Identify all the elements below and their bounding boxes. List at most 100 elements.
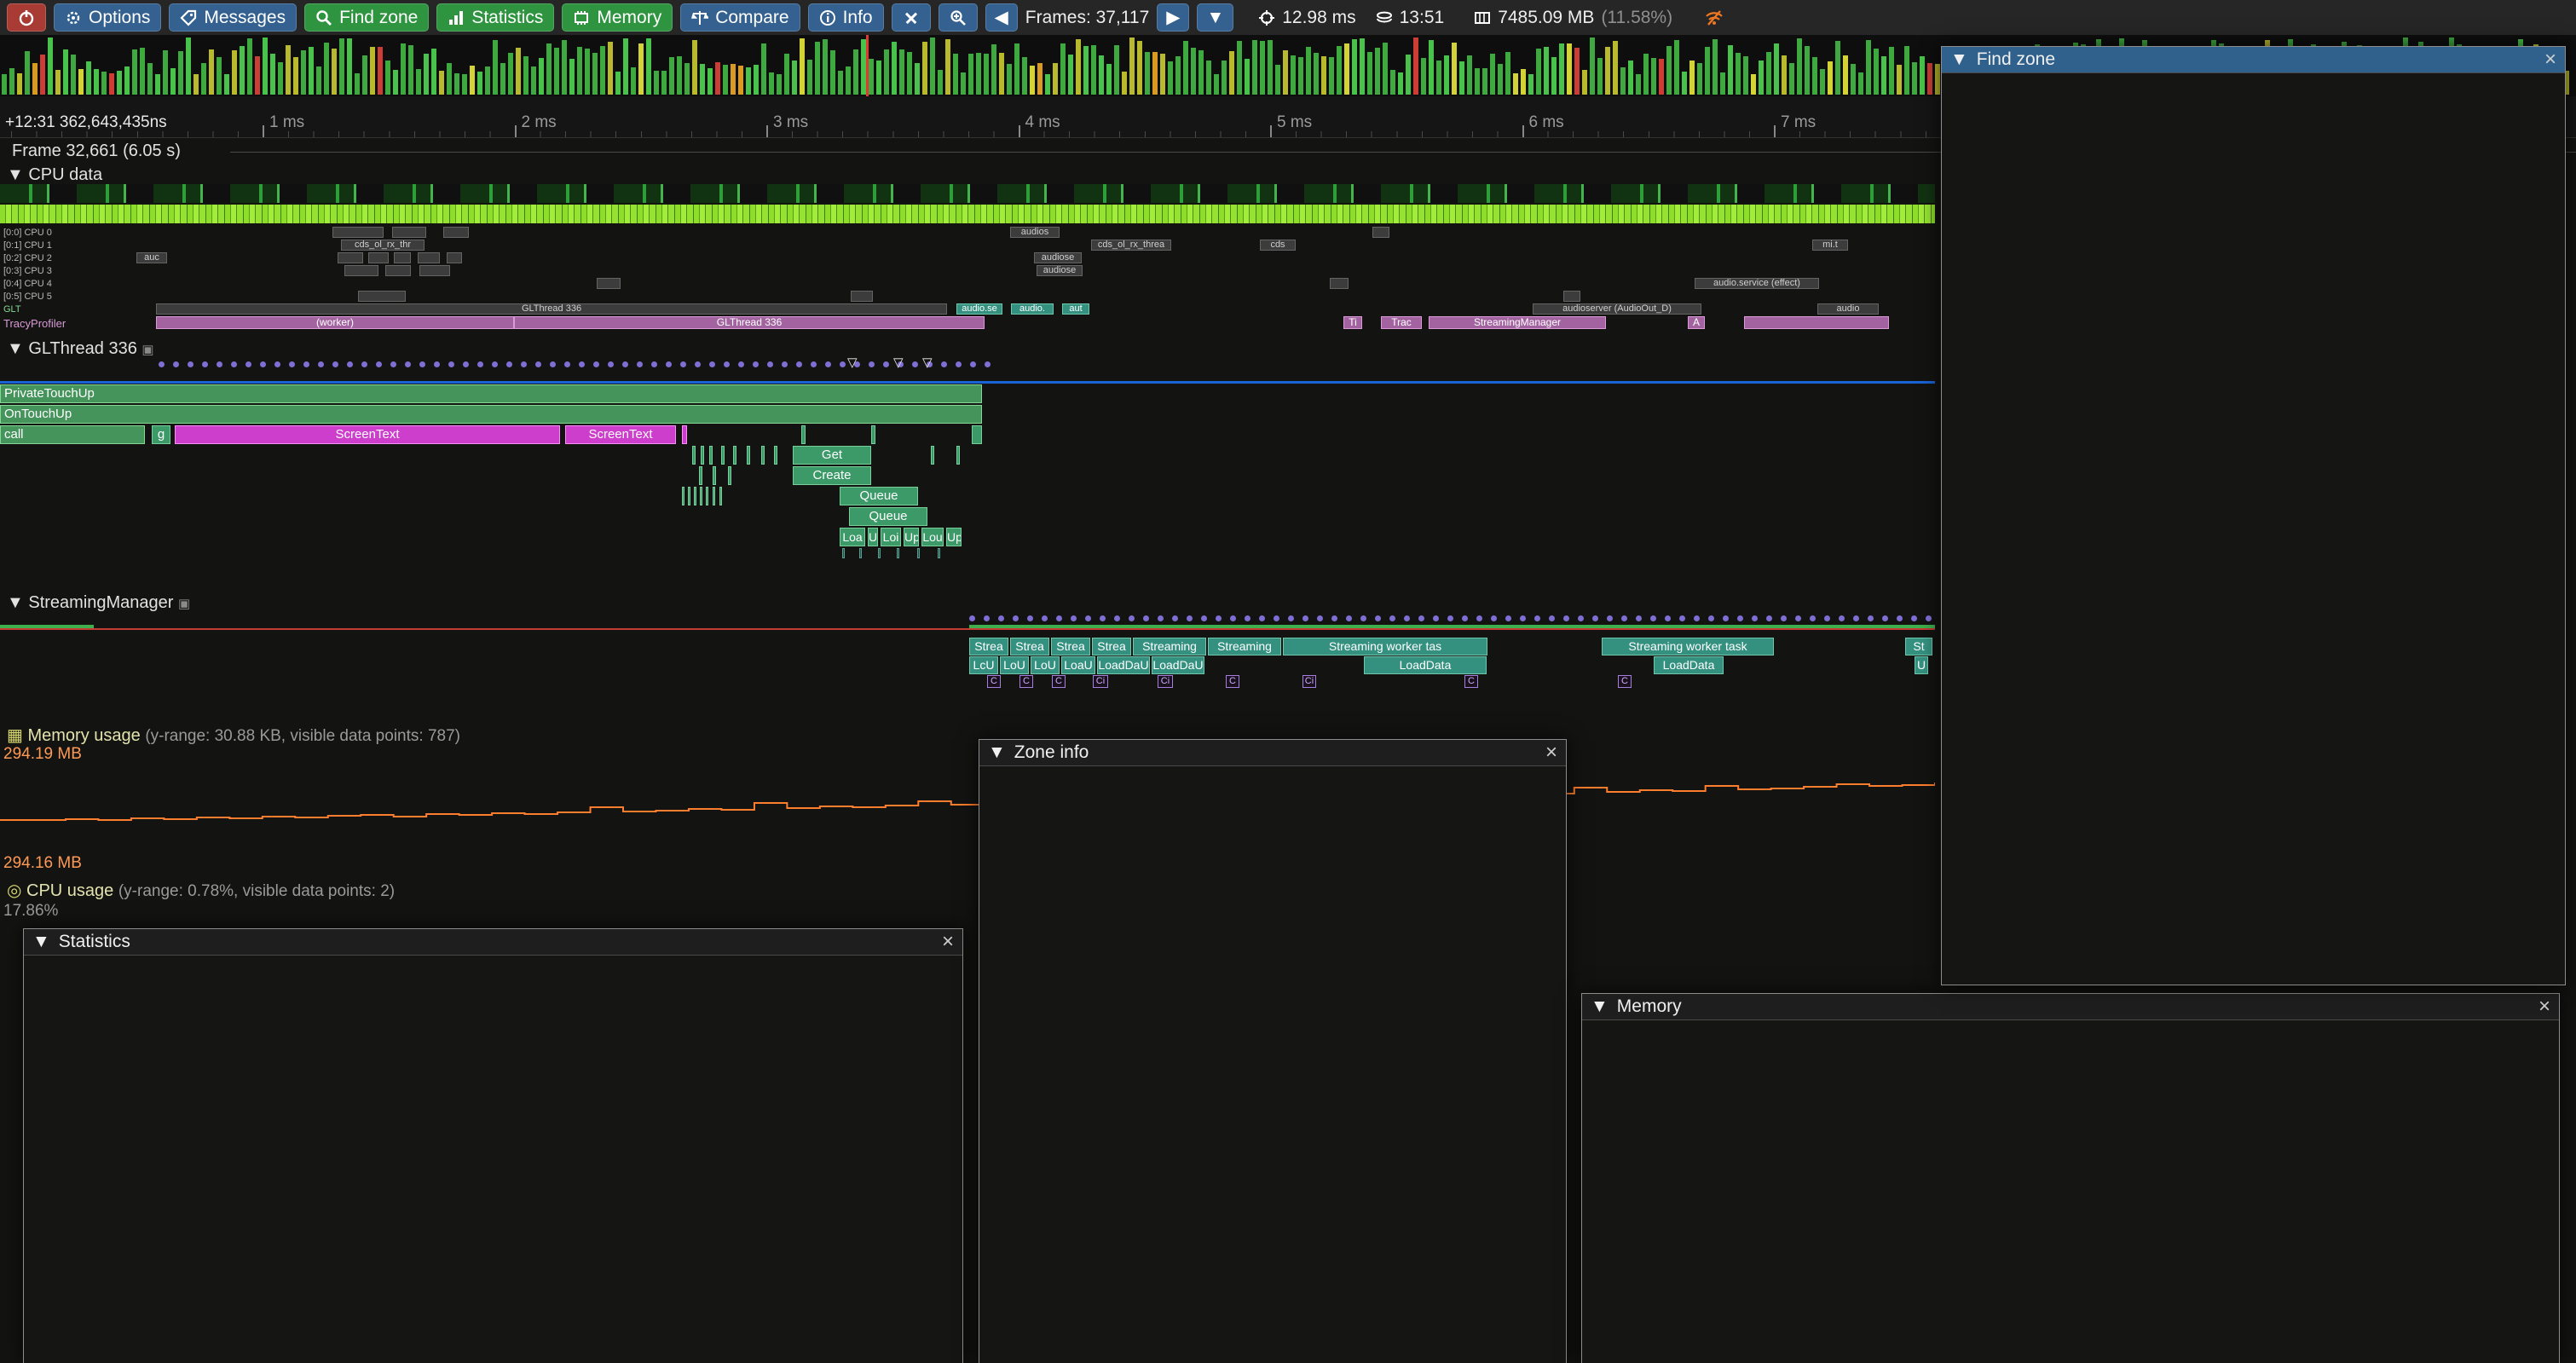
zone-segment[interactable]: Get — [793, 446, 871, 465]
zone-segment[interactable]: Streaming worker task — [1602, 638, 1774, 656]
zone-segment[interactable]: GLThread 336 — [156, 303, 947, 315]
zone-segment[interactable] — [385, 265, 411, 276]
toolbar-button-messages[interactable]: Messages — [169, 3, 297, 32]
zone-segment[interactable] — [713, 466, 716, 485]
toolbar-button-info[interactable]: Info — [808, 3, 884, 32]
close-icon[interactable]: × — [1545, 742, 1557, 763]
zone-segment[interactable] — [897, 548, 899, 558]
zone-segment[interactable] — [747, 446, 750, 465]
zone-segment[interactable] — [709, 446, 713, 465]
zone-segment[interactable]: Streaming — [1133, 638, 1206, 656]
zone-info-titlebar[interactable]: ▼ Zone info× — [979, 740, 1566, 766]
zone-segment[interactable] — [878, 548, 881, 558]
zone-segment[interactable]: C — [987, 675, 1001, 688]
zone-segment[interactable] — [358, 291, 406, 302]
zone-segment[interactable] — [721, 446, 725, 465]
zone-segment[interactable] — [706, 487, 708, 505]
zone-segment[interactable]: Lou — [921, 528, 944, 546]
zone-segment[interactable]: Queue — [840, 487, 918, 505]
zone-segment[interactable] — [597, 278, 621, 289]
zone-segment[interactable]: g — [152, 425, 170, 444]
zone-segment[interactable]: GLThread 336 — [514, 316, 985, 329]
zone-segment[interactable]: audiose — [1034, 252, 1082, 263]
zone-segment[interactable]: Queue — [849, 507, 927, 526]
zone-segment[interactable] — [1330, 278, 1349, 289]
zone-segment[interactable] — [851, 291, 873, 302]
zone-segment[interactable] — [719, 487, 722, 505]
zone-segment[interactable] — [842, 548, 845, 558]
zone-segment[interactable] — [801, 425, 806, 444]
zone-segment[interactable]: LoadData — [1364, 656, 1487, 674]
zone-segment[interactable]: StreamingManager — [1429, 316, 1606, 329]
prev-frame-button[interactable]: ◀ — [985, 3, 1018, 32]
zone-segment[interactable] — [419, 265, 450, 276]
zone-segment[interactable] — [344, 265, 378, 276]
cpu-plot-header[interactable]: ◎ CPU usage (y-range: 0.78%, visible dat… — [7, 880, 395, 901]
zone-segment[interactable] — [1372, 227, 1389, 238]
zone-segment[interactable]: U — [868, 528, 878, 546]
zone-segment[interactable]: Create — [793, 466, 871, 485]
zone-segment[interactable]: Strea — [1092, 638, 1131, 656]
zone-segment[interactable] — [368, 252, 389, 263]
zone-segment[interactable] — [682, 425, 687, 444]
zone-segment[interactable]: audio — [1817, 303, 1879, 315]
zone-segment[interactable] — [1744, 316, 1889, 329]
zone-segment[interactable] — [728, 466, 731, 485]
zone-segment[interactable]: ScreenText — [175, 425, 560, 444]
zone-segment[interactable] — [332, 227, 384, 238]
zone-segment[interactable] — [418, 252, 440, 263]
zone-segment[interactable]: OnTouchUp — [0, 405, 982, 424]
statistics-window-titlebar[interactable]: ▼ Statistics× — [24, 929, 962, 956]
next-frame-button[interactable]: ▶ — [1157, 3, 1189, 32]
toolbar-button-find-zone[interactable]: Find zone — [304, 3, 429, 32]
zone-segment[interactable]: audio.se — [956, 303, 1002, 315]
zone-segment[interactable]: C — [1464, 675, 1478, 688]
zone-segment[interactable] — [447, 252, 462, 263]
zone-segment[interactable]: ScreenText — [565, 425, 676, 444]
zone-segment[interactable]: Strea — [1051, 638, 1090, 656]
zone-segment[interactable]: Ti — [1343, 316, 1362, 329]
zone-segment[interactable] — [688, 487, 690, 505]
zone-segment[interactable]: A — [1688, 316, 1705, 329]
zone-segment[interactable] — [871, 425, 875, 444]
zone-segment[interactable]: LoU — [1031, 656, 1060, 674]
memory-window-titlebar[interactable]: ▼ Memory× — [1582, 994, 2559, 1020]
zone-segment[interactable]: U — [1915, 656, 1928, 674]
zone-segment[interactable]: LoadData — [1654, 656, 1724, 674]
frame-dropdown-button[interactable]: ▼ — [1197, 3, 1233, 32]
zone-segment[interactable]: St — [1905, 638, 1932, 656]
zone-segment[interactable]: C — [1226, 675, 1239, 688]
zone-segment[interactable]: audio.service (effect) — [1695, 278, 1819, 289]
zone-segment[interactable]: Loi — [881, 528, 901, 546]
zone-segment[interactable] — [774, 446, 777, 465]
zone-segment[interactable] — [443, 227, 469, 238]
zone-segment[interactable] — [394, 252, 411, 263]
zone-segment[interactable]: C — [1019, 675, 1033, 688]
zone-segment[interactable] — [701, 446, 704, 465]
zone-segment[interactable]: LoadDaU — [1152, 656, 1204, 674]
zone-segment[interactable]: Ci — [1302, 675, 1316, 688]
zone-segment[interactable]: audios — [1010, 227, 1060, 238]
zone-segment[interactable]: Up — [946, 528, 962, 546]
zone-segment[interactable] — [392, 227, 426, 238]
zone-segment[interactable]: Strea — [1010, 638, 1049, 656]
zone-segment[interactable]: (worker) — [156, 316, 514, 329]
zone-segment[interactable] — [917, 548, 920, 558]
zone-segment[interactable]: LoaU — [1061, 656, 1095, 674]
close-icon[interactable]: × — [2544, 49, 2556, 70]
zone-segment[interactable]: call — [0, 425, 145, 444]
zone-segment[interactable] — [338, 252, 363, 263]
toolbar-button-statistics[interactable]: Statistics — [436, 3, 554, 32]
close-icon[interactable]: × — [942, 932, 954, 952]
zone-segment[interactable]: cds — [1260, 240, 1296, 251]
cpu-data-header[interactable]: ▼ CPU data — [7, 165, 102, 185]
zone-segment[interactable]: cds_ol_rx_threa — [1091, 240, 1171, 251]
zoom-search-button[interactable] — [939, 3, 978, 32]
zone-segment[interactable] — [700, 487, 702, 505]
streaming-header[interactable]: ▼ StreamingManager ▣ — [7, 593, 190, 613]
zone-segment[interactable]: LcU — [969, 656, 998, 674]
zone-segment[interactable]: Ci — [1158, 675, 1173, 688]
zone-segment[interactable]: mi.t — [1812, 240, 1848, 251]
zone-segment[interactable]: LoU — [1000, 656, 1029, 674]
find-zone-titlebar[interactable]: ▼ Find zone× — [1942, 47, 2565, 73]
